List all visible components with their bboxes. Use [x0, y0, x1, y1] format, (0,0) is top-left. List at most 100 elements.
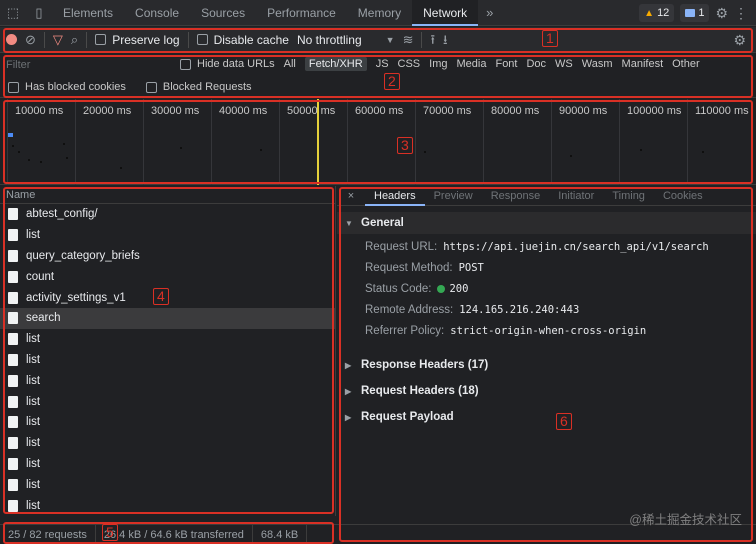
request-dot [180, 147, 182, 149]
network-overview-timeline[interactable]: 10000 ms 20000 ms 30000 ms 40000 ms 50000 ms… [0, 99, 756, 185]
tab-performance[interactable]: Performance [256, 0, 347, 26]
request-row[interactable]: search [0, 307, 335, 329]
network-conditions-icon[interactable]: ≋ [403, 33, 414, 46]
blocked-requests-checkbox[interactable]: Blocked Requests [145, 81, 252, 93]
timeline-gridline [7, 99, 8, 185]
checkbox-box[interactable] [180, 58, 191, 70]
request-headers-section[interactable]: ▶ Request Headers (18) [337, 380, 756, 402]
device-toolbar-icon[interactable]: ▯ [26, 0, 52, 26]
warnings-badge[interactable]: ▲ 12 [639, 4, 675, 22]
filter-funnel-icon[interactable]: ▽ [53, 33, 63, 46]
request-name: list [26, 478, 41, 491]
timeline-tick-label: 100000 ms [627, 105, 682, 117]
inspect-element-icon[interactable]: ⬚ [0, 0, 26, 26]
divider [187, 31, 189, 48]
request-details-panel: × Headers Preview Response Initiator Tim… [337, 186, 756, 516]
request-dot [260, 149, 262, 151]
request-name: list [26, 437, 41, 450]
tab-network[interactable]: Network [412, 0, 479, 26]
filter-type-fetch-xhr[interactable]: Fetch/XHR [304, 57, 367, 71]
request-row[interactable]: list [0, 225, 335, 246]
response-headers-section[interactable]: ▶ Response Headers (17) [337, 354, 756, 376]
tab-initiator[interactable]: Initiator [549, 186, 603, 206]
clear-icon[interactable]: ⊘ [25, 33, 36, 46]
filter-type-js[interactable]: JS [376, 58, 389, 70]
timeline-tick-label: 70000 ms [423, 105, 472, 117]
tab-memory[interactable]: Memory [347, 0, 412, 26]
request-name: list [26, 374, 41, 387]
filter-type-img[interactable]: Img [429, 58, 447, 70]
filter-type-doc[interactable]: Doc [526, 58, 546, 70]
tab-headers[interactable]: Headers [365, 186, 425, 206]
triangle-right-icon: ▶ [345, 412, 352, 422]
filter-input[interactable]: Filter [6, 59, 30, 71]
throttling-value: No throttling [296, 32, 362, 47]
request-name: query_category_briefs [26, 249, 140, 262]
checkbox-box[interactable] [95, 34, 107, 45]
messages-badge[interactable]: 1 [680, 4, 710, 22]
request-row[interactable]: abtest_config/ [0, 204, 335, 225]
devtools-tab-bar: ⬚ ▯ Elements Console Sources Performance… [0, 0, 756, 26]
request-row[interactable]: list [0, 391, 335, 412]
close-icon[interactable]: × [337, 190, 365, 202]
request-row[interactable]: list [0, 495, 335, 516]
request-name: list [26, 499, 41, 512]
tab-response[interactable]: Response [482, 186, 550, 206]
request-row[interactable]: list [0, 370, 335, 391]
request-row[interactable]: list [0, 454, 335, 475]
filter-type-manifest[interactable]: Manifest [622, 58, 664, 70]
filter-type-other[interactable]: Other [672, 58, 700, 70]
tab-console[interactable]: Console [124, 0, 190, 26]
filter-type-css[interactable]: CSS [398, 58, 421, 70]
tab-preview[interactable]: Preview [425, 186, 482, 206]
tab-sources[interactable]: Sources [190, 0, 256, 26]
checkbox-box[interactable] [8, 81, 19, 93]
request-row[interactable]: list [0, 350, 335, 371]
checkbox-box[interactable] [145, 81, 157, 93]
timeline-gridline [551, 99, 552, 185]
tab-timing[interactable]: Timing [603, 186, 654, 206]
export-har-icon[interactable]: ⭳ [443, 33, 448, 46]
request-row[interactable]: list [0, 329, 335, 350]
request-row[interactable]: list [0, 433, 335, 454]
filter-type-media[interactable]: Media [457, 58, 487, 70]
file-icon [8, 312, 18, 325]
file-icon [8, 333, 18, 346]
request-url-key: Request URL: [365, 241, 438, 253]
name-column-header[interactable]: Name [0, 186, 335, 204]
request-row[interactable]: list [0, 412, 335, 433]
resources-size: 68.4 kB [253, 524, 308, 544]
timeline-tick-label: 40000 ms [219, 105, 268, 117]
preserve-log-checkbox[interactable]: Preserve log [95, 33, 180, 47]
request-method-key: Request Method: [365, 262, 453, 274]
referrer-policy-row: Referrer Policy: strict-origin-when-cross… [337, 321, 756, 342]
request-row[interactable]: list [0, 474, 335, 495]
more-options-icon[interactable]: ⋮ [734, 5, 748, 22]
has-blocked-cookies-checkbox[interactable]: Has blocked cookies [8, 81, 126, 93]
search-icon[interactable]: ⌕ [71, 33, 78, 46]
settings-gear-icon[interactable]: ⚙ [715, 5, 728, 22]
watermark: @稀土掘金技术社区 [629, 513, 742, 527]
disable-cache-checkbox[interactable]: Disable cache [196, 33, 289, 47]
filter-type-ws[interactable]: WS [555, 58, 573, 70]
checkbox-box[interactable] [196, 34, 208, 45]
more-tabs-icon[interactable]: » [478, 5, 501, 20]
request-row[interactable]: count [0, 266, 335, 287]
hide-data-urls-checkbox[interactable]: Hide data URLs [180, 58, 275, 70]
hide-data-urls-label: Hide data URLs [197, 58, 275, 70]
filter-type-all[interactable]: All [284, 58, 296, 70]
throttling-select[interactable]: No throttling ▼ [297, 33, 395, 47]
tab-cookies[interactable]: Cookies [654, 186, 712, 206]
request-payload-section[interactable]: ▶ Request Payload [337, 406, 756, 428]
file-icon [8, 208, 18, 221]
remote-address-value: 124.165.216.240:443 [459, 304, 580, 316]
network-settings-gear-icon[interactable]: ⚙ [733, 32, 746, 49]
filter-type-font[interactable]: Font [495, 58, 517, 70]
timeline-gridline [347, 99, 348, 185]
request-row[interactable]: query_category_briefs [0, 246, 335, 267]
import-har-icon[interactable]: ⭱ [430, 33, 435, 46]
general-section-header[interactable]: ▼ General [337, 212, 756, 234]
tab-elements[interactable]: Elements [52, 0, 124, 26]
filter-type-wasm[interactable]: Wasm [582, 58, 613, 70]
record-button[interactable] [6, 34, 17, 45]
